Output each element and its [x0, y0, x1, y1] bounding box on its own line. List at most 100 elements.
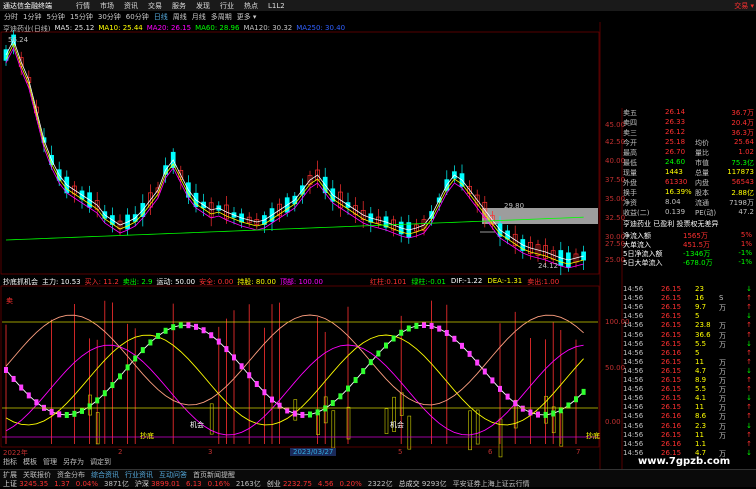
quote-value: 16.39% [665, 188, 692, 196]
indicator-block [118, 373, 122, 380]
indicator-bar [399, 392, 404, 416]
indicator-block [315, 409, 320, 416]
tick-cell: 26.15 [661, 321, 682, 330]
flow-row: 净流入额 1565万 5% [623, 231, 756, 240]
tick-dir-icon: ↓ [746, 339, 752, 348]
tab-indicator[interactable]: 另存为 [63, 457, 84, 467]
indicator-block [178, 322, 183, 329]
flow-title: 亨迪药业 已盈利 投票权无差异 [623, 220, 719, 228]
flow-label: 5日大单流入 [623, 259, 663, 267]
indicator-block [330, 400, 335, 407]
quote-label: 内盘 [695, 179, 709, 187]
tick-cell: 14:56 [623, 294, 644, 303]
tick-row: 14:56 26.15 23.8 万 ↑ [623, 321, 756, 330]
indicator-block [163, 327, 168, 334]
quote-label: PE(动) [695, 209, 717, 217]
tick-cell: 26.16 [661, 348, 682, 357]
status-item: 0.20% [340, 480, 362, 488]
status-value: 3871亿 [104, 479, 129, 488]
status-value: 6.13 [186, 479, 202, 488]
indicator-block [536, 411, 540, 418]
tick-cell: 26.15 [661, 385, 682, 394]
status-item: 平安证券上海上证云行情 [453, 479, 530, 489]
indicator-block [140, 347, 145, 354]
ma-line [5, 46, 584, 269]
status-item: 2322亿 [368, 479, 393, 489]
low-price-label: 24.12 [538, 262, 559, 270]
tick-cell: 14:56 [623, 321, 644, 330]
x-axis-month: 6 [488, 448, 493, 456]
tick-cell: 23.8 [695, 321, 711, 330]
indicator-value: 运动: 50.00 [156, 278, 196, 286]
tick-cell: 26.15 [661, 303, 682, 312]
flow-pct: 1% [740, 240, 752, 248]
indicator-block [581, 388, 586, 395]
indicator-block [11, 375, 16, 382]
indicator-block [247, 372, 252, 379]
bottom-marker: 抄底 [586, 432, 600, 440]
ma-line [5, 42, 584, 265]
tick-cell: 26.15 [661, 312, 682, 321]
quote-value: 26.14 [665, 108, 686, 116]
quote-row: 收益(二) 0.139 PE(动) 47.2 [623, 208, 756, 217]
indicator-value: 卖出: 2.9 [122, 278, 153, 286]
indicator-block [216, 338, 221, 345]
tick-dir-icon: ↓ [746, 312, 752, 321]
tick-dir-icon: ↑ [746, 376, 752, 384]
flow-value: -678.0万 [683, 259, 713, 267]
tick-cell: 14:56 [623, 385, 644, 394]
indicator-block [201, 327, 206, 334]
quote-label: 现量 [623, 169, 637, 177]
tick-cell: 26.15 [661, 376, 682, 384]
indicator-block [399, 329, 404, 336]
indicator-tabs: 指标 模板 管理 另存为 调定到 [3, 457, 111, 467]
tick-cell: 26.16 [661, 439, 682, 448]
status-item: 0.16% [208, 480, 230, 488]
indicator-legend: 抄底抓机会 主力: 10.53 买入: 11.2 卖出: 2.9 运动: 50.… [3, 277, 323, 287]
indicator-block [34, 399, 39, 406]
quote-row: 净资 8.04 流通 7198万 [623, 198, 756, 207]
indicator-block [57, 411, 62, 418]
indicator-bar [346, 406, 351, 440]
tick-row: 14:56 26.15 5 ↓ [623, 312, 756, 321]
tab-bottom[interactable]: 首页新闻提醒 [193, 470, 235, 480]
tab-indicator[interactable]: 模板 [23, 457, 37, 467]
indicator-bar [331, 410, 336, 449]
tick-cell: 5 [695, 348, 700, 357]
indicator-block [209, 332, 214, 339]
status-value: 3899.01 [151, 479, 181, 488]
indicator-block [391, 335, 396, 342]
indicator-extra: 绿柱:-0.01 [411, 278, 446, 286]
indicator-block [361, 368, 366, 375]
quote-row: 今开 25.18 均价 25.64 [623, 138, 756, 147]
quote-label: 市值 [695, 159, 709, 167]
tab-indicator[interactable]: 指标 [3, 457, 17, 467]
indicator-block [72, 410, 77, 417]
flow-pct: 5% [740, 231, 752, 239]
indicator-block [4, 367, 8, 373]
indicator-name[interactable]: 抄底抓机会 [3, 277, 38, 287]
indicator-line [5, 344, 584, 436]
indicator-block [186, 322, 191, 329]
tab-bottom[interactable]: 资金分布 [57, 470, 85, 480]
indicator-block [368, 359, 373, 366]
quote-row: 换手 16.39% 股本 2.88亿 [623, 188, 756, 197]
indicator-value: 主力: 10.53 [42, 278, 81, 286]
quote-value: 1443 [665, 168, 683, 176]
quote-label: 卖四 [623, 119, 637, 127]
tick-cell: 14:56 [623, 339, 644, 348]
status-item: 沪深 3899.01 [135, 479, 180, 489]
quote-label: 均价 [695, 139, 709, 147]
quote-label: 股本 [695, 189, 709, 197]
sell-marker: 卖 [6, 297, 13, 305]
indicator-block [308, 411, 312, 418]
tab-indicator[interactable]: 调定到 [90, 457, 111, 467]
status-bar: 扩展 关联报价 资金分布 综合资讯 行业资讯 互动问答 首页新闻提醒 上证 32… [0, 469, 756, 489]
capital-flow: 净流入额 1565万 5% 大单流入 451.5万 1% 5日净流入额 -1346万 -1% 5日… [623, 229, 756, 274]
tick-dir-icon: ↑ [746, 321, 752, 330]
tab-indicator[interactable]: 管理 [43, 457, 57, 467]
indicator-bar [316, 412, 320, 435]
indicator-line [5, 324, 584, 416]
quote-value: 24.60 [665, 158, 686, 166]
status-value: 1.37 [54, 479, 70, 488]
